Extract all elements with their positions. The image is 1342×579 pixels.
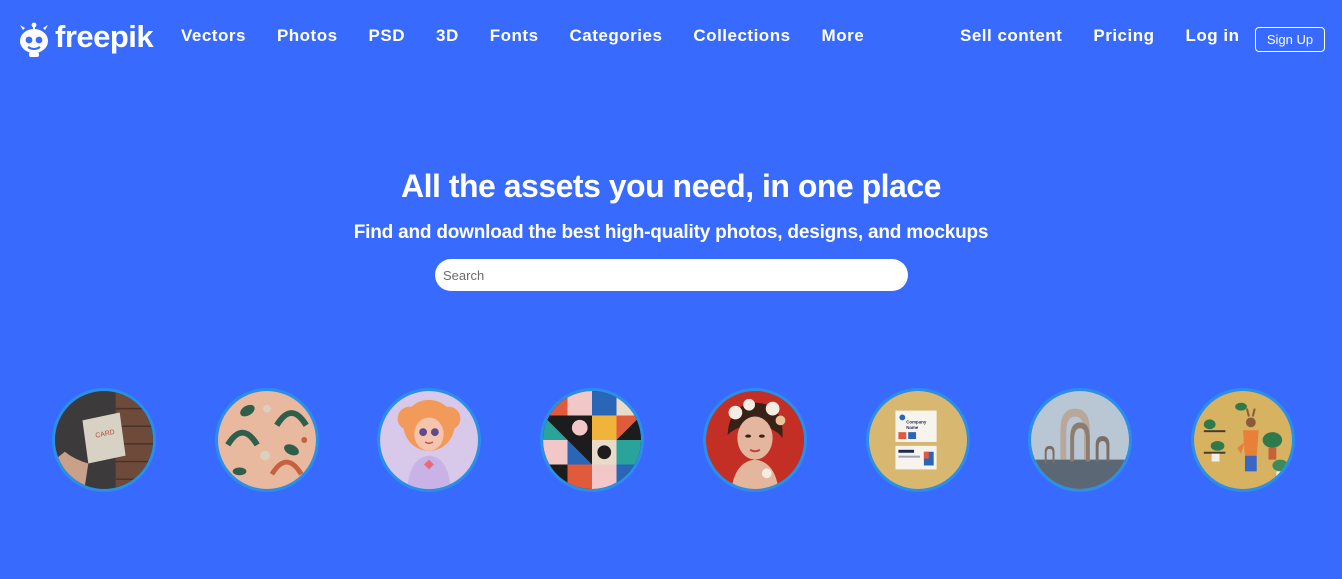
hero-title: All the assets you need, in one place xyxy=(401,168,941,204)
page: freepik Vectors Photos PSD 3D Fonts Cate… xyxy=(0,0,1342,579)
signup-button[interactable]: Sign Up xyxy=(1255,27,1325,52)
mockup-card-thumbnail: CARD xyxy=(55,391,153,489)
account-nav: Sell content Pricing Log in xyxy=(960,26,1239,46)
3d-render-thumbnail xyxy=(1031,391,1129,489)
category-character-illustration[interactable] xyxy=(377,388,481,492)
nav-item-fonts[interactable]: Fonts xyxy=(490,26,539,46)
category-mockup-card[interactable]: CARD xyxy=(52,388,156,492)
nav-item-photos[interactable]: Photos xyxy=(277,26,338,46)
portrait-thumbnail xyxy=(706,391,804,489)
nav-item-vectors[interactable]: Vectors xyxy=(181,26,246,46)
category-boho-pattern[interactable] xyxy=(215,388,319,492)
header: freepik Vectors Photos PSD 3D Fonts Cate… xyxy=(0,0,1342,74)
svg-text:Company: Company xyxy=(906,419,927,424)
nav-item-3d[interactable]: 3D xyxy=(436,26,459,46)
category-company-brochure[interactable]: Company Name xyxy=(866,388,970,492)
category-plants-illustration[interactable] xyxy=(1191,388,1295,492)
boho-pattern-thumbnail xyxy=(218,391,316,489)
category-geometric-pattern[interactable] xyxy=(540,388,644,492)
category-3d-render[interactable] xyxy=(1028,388,1132,492)
search-input[interactable] xyxy=(435,259,908,291)
category-circles: CARD Company Name xyxy=(0,388,1342,492)
nav-item-psd[interactable]: PSD xyxy=(369,26,405,46)
logo[interactable]: freepik xyxy=(18,16,154,60)
nav-item-more[interactable]: More xyxy=(822,26,865,46)
main-nav: Vectors Photos PSD 3D Fonts Categories C… xyxy=(181,26,864,46)
plants-thumbnail xyxy=(1194,391,1292,489)
geometric-thumbnail xyxy=(543,391,641,489)
nav-item-collections[interactable]: Collections xyxy=(693,26,790,46)
pricing-link[interactable]: Pricing xyxy=(1093,26,1154,46)
hero-subtitle: Find and download the best high-quality … xyxy=(353,222,989,243)
svg-text:Name: Name xyxy=(906,425,919,430)
nav-item-categories[interactable]: Categories xyxy=(570,26,663,46)
sell-content-link[interactable]: Sell content xyxy=(960,26,1062,46)
character-thumbnail xyxy=(380,391,478,489)
login-link[interactable]: Log in xyxy=(1185,26,1239,46)
brand-name: freepik xyxy=(55,18,154,54)
brochure-thumbnail: Company Name xyxy=(869,391,967,489)
freepik-mascot-icon xyxy=(20,22,48,57)
category-portrait-photo[interactable] xyxy=(703,388,807,492)
